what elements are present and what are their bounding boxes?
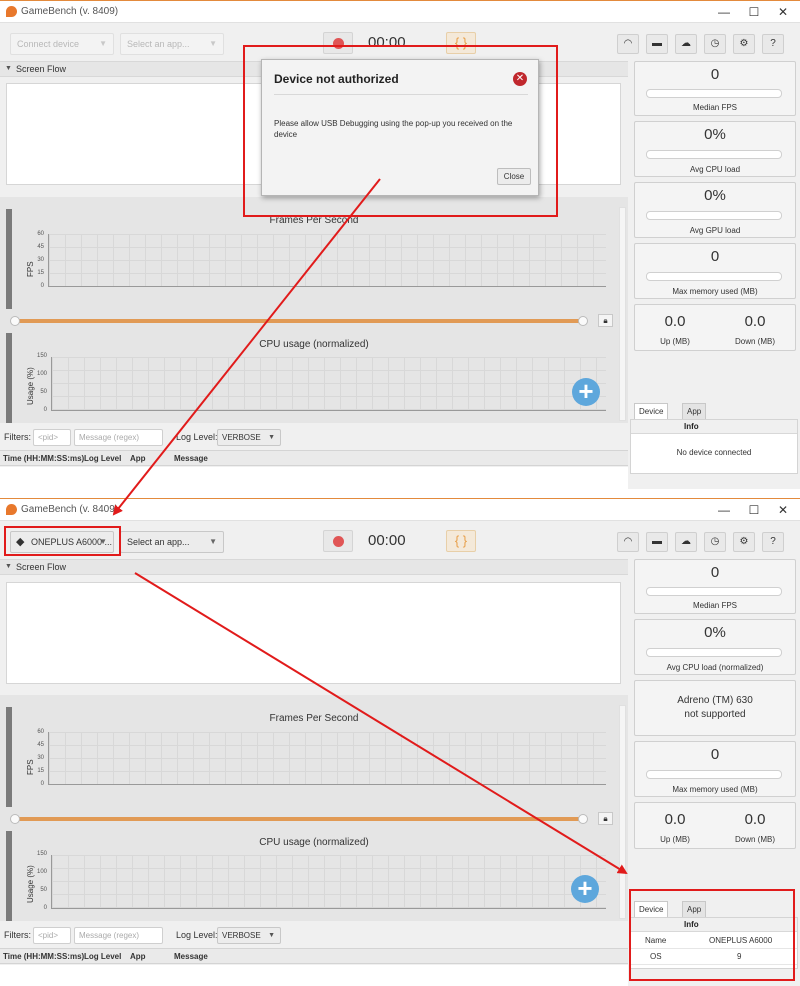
arrow-device-to-info	[134, 572, 628, 875]
annotation-arrows	[112, 178, 628, 875]
arrow-dialog-to-device	[112, 178, 381, 516]
